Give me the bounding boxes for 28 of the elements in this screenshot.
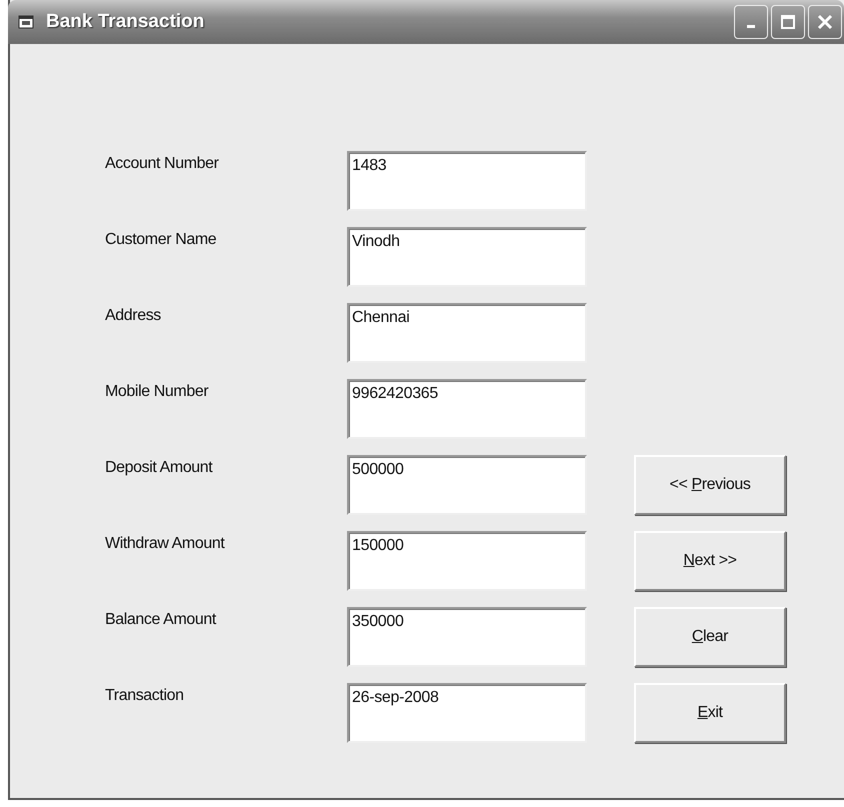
text-field[interactable]: 150000 — [347, 531, 587, 591]
field-label: Mobile Number — [105, 383, 210, 401]
field-label: Transaction — [105, 687, 185, 705]
field-label: Address — [105, 307, 162, 325]
maximize-button[interactable] — [771, 5, 805, 39]
close-icon — [816, 13, 834, 31]
text-field[interactable]: 26-sep-2008 — [347, 683, 587, 743]
field-label: Account Number — [105, 155, 220, 173]
form-button[interactable]: Exit — [634, 683, 786, 743]
form-button[interactable]: Next >> — [634, 531, 786, 591]
window-icon — [18, 15, 34, 29]
text-field[interactable]: 9962420365 — [347, 379, 587, 439]
text-field[interactable]: Chennai — [347, 303, 587, 363]
form-button[interactable]: Clear — [634, 607, 786, 667]
field-label: Customer Name — [105, 231, 218, 249]
minimize-button[interactable] — [734, 5, 768, 39]
maximize-icon — [780, 14, 796, 30]
text-field[interactable]: 350000 — [347, 607, 587, 667]
text-field[interactable]: Vinodh — [347, 227, 587, 287]
text-field[interactable]: 500000 — [347, 455, 587, 515]
minimize-icon — [747, 24, 755, 28]
field-label: Balance Amount — [105, 611, 218, 629]
window-title: Bank Transaction — [46, 11, 204, 33]
field-label: Withdraw Amount — [105, 535, 226, 553]
form-button[interactable]: << Previous — [634, 455, 786, 515]
field-label: Deposit Amount — [105, 459, 214, 477]
text-field[interactable]: 1483 — [347, 151, 587, 211]
close-button[interactable] — [808, 5, 842, 39]
